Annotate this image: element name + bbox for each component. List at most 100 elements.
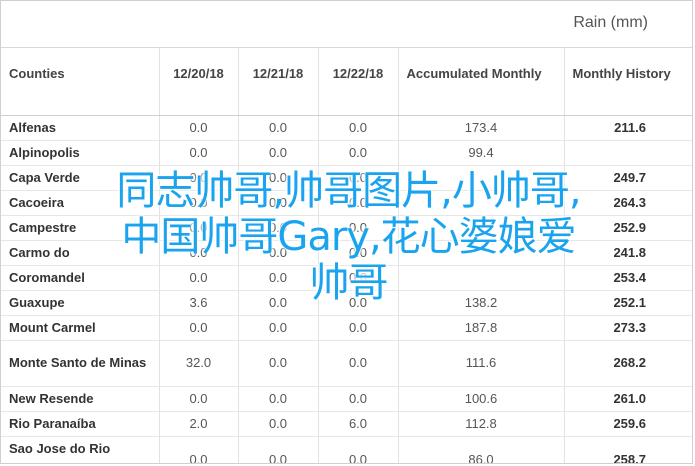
accumulated-monthly — [398, 165, 565, 191]
rain-day-1: 0.0 — [159, 215, 239, 241]
monthly-history: 252.1 — [564, 290, 692, 316]
table-row: Campestre 0.0 0.0 0.0 252.9 — [1, 215, 692, 241]
table-row: New Resende 0.0 0.0 0.0 100.6 261.0 — [1, 386, 692, 412]
table-row: Capa Verde 0.0 0.0 0.0 249.7 — [1, 165, 692, 191]
rain-day-1: 0.0 — [159, 386, 239, 412]
rain-day-3: 0.0 — [318, 315, 399, 341]
county-name: Capa Verde — [1, 165, 160, 191]
monthly-history: 253.4 — [564, 265, 692, 291]
rain-day-2: 0.0 — [238, 315, 319, 341]
county-name: Alpinopolis — [1, 140, 160, 166]
county-name: Monte Santo de Minas — [1, 340, 160, 387]
accumulated-monthly — [398, 190, 565, 216]
rain-table: Counties 12/20/18 12/21/18 12/22/18 Accu… — [1, 48, 692, 463]
rain-day-1: 0.0 — [159, 190, 239, 216]
rain-title: Rain (mm) — [573, 14, 648, 31]
column-header-accumulated[interactable]: Accumulated Monthly — [398, 48, 565, 116]
county-name: New Resende — [1, 386, 160, 412]
table-row: Carmo do 0.0 0.0 0.0 241.8 — [1, 240, 692, 266]
rain-day-1: 2.0 — [159, 411, 239, 437]
rain-day-3: 0.0 — [318, 386, 399, 412]
table-row: Rio Paranaíba 2.0 0.0 6.0 112.8 259.6 — [1, 411, 692, 437]
table-row: Coromandel 0.0 0.0 0.0 253.4 — [1, 265, 692, 291]
rain-day-2: 0.0 — [238, 340, 319, 387]
accumulated-monthly: 99.4 — [398, 140, 565, 166]
accumulated-monthly: 86.0 — [398, 436, 565, 463]
accumulated-monthly: 112.8 — [398, 411, 565, 437]
monthly-history: 249.7 — [564, 165, 692, 191]
monthly-history: 259.6 — [564, 411, 692, 437]
table-row: Alpinopolis 0.0 0.0 0.0 99.4 — [1, 140, 692, 166]
monthly-history: 211.6 — [564, 115, 692, 141]
rain-day-3: 6.0 — [318, 411, 399, 437]
header-row: Counties 12/20/18 12/21/18 12/22/18 Accu… — [1, 48, 692, 116]
table-row: Alfenas 0.0 0.0 0.0 173.4 211.6 — [1, 115, 692, 141]
rain-table-widget: Rain (mm) Counties 12/20/18 12/21/18 12/… — [0, 0, 693, 464]
county-name: Cacoeira — [1, 190, 160, 216]
monthly-history: 268.2 — [564, 340, 692, 387]
monthly-history: 241.8 — [564, 240, 692, 266]
rain-day-1: 0.0 — [159, 436, 239, 463]
rain-day-3: 0.0 — [318, 165, 399, 191]
rain-day-3: 0.0 — [318, 436, 399, 463]
accumulated-monthly — [398, 215, 565, 241]
monthly-history: 258.7 — [564, 436, 692, 463]
column-header-counties[interactable]: Counties — [1, 48, 160, 116]
column-header-history[interactable]: Monthly History — [564, 48, 692, 116]
accumulated-monthly — [398, 240, 565, 266]
rain-day-1: 0.0 — [159, 165, 239, 191]
rain-day-2: 0.0 — [238, 265, 319, 291]
rain-day-3: 0.0 — [318, 340, 399, 387]
rain-day-3: 0.0 — [318, 140, 399, 166]
header-bar: Rain (mm) — [1, 1, 692, 48]
rain-day-1: 0.0 — [159, 115, 239, 141]
monthly-history — [564, 140, 692, 166]
table-row: Mount Carmel 0.0 0.0 0.0 187.8 273.3 — [1, 315, 692, 341]
rain-day-3: 0.0 — [318, 290, 399, 316]
rain-day-1: 3.6 — [159, 290, 239, 316]
rain-day-2: 0.0 — [238, 115, 319, 141]
column-header-date-1[interactable]: 12/20/18 — [159, 48, 239, 116]
accumulated-monthly: 111.6 — [398, 340, 565, 387]
rain-day-1: 0.0 — [159, 315, 239, 341]
rain-day-3: 0.0 — [318, 215, 399, 241]
county-name: Alfenas — [1, 115, 160, 141]
monthly-history: 252.9 — [564, 215, 692, 241]
rain-day-3: 0.0 — [318, 190, 399, 216]
table-row: Sao Jose do Rio Pardo0.00.00.086.0258.7 — [1, 436, 692, 463]
county-name: Guaxupe — [1, 290, 160, 316]
rain-day-2: 0.0 — [238, 190, 319, 216]
table-row: Guaxupe 3.6 0.0 0.0 138.2 252.1 — [1, 290, 692, 316]
county-name: Carmo do — [1, 240, 160, 266]
rain-day-1: 0.0 — [159, 140, 239, 166]
county-name: Rio Paranaíba — [1, 411, 160, 437]
rain-day-3: 0.0 — [318, 240, 399, 266]
monthly-history: 273.3 — [564, 315, 692, 341]
rain-day-1: 0.0 — [159, 240, 239, 266]
rain-day-3: 0.0 — [318, 265, 399, 291]
table-row: Cacoeira 0.0 0.0 0.0 264.3 — [1, 190, 692, 216]
accumulated-monthly: 187.8 — [398, 315, 565, 341]
rain-day-3: 0.0 — [318, 115, 399, 141]
table-row: Monte Santo de Minas 32.0 0.0 0.0 111.6 268.2 — [1, 340, 692, 387]
county-name: Mount Carmel — [1, 315, 160, 341]
accumulated-monthly: 173.4 — [398, 115, 565, 141]
accumulated-monthly: 138.2 — [398, 290, 565, 316]
rain-day-2: 0.0 — [238, 386, 319, 412]
rain-day-2: 0.0 — [238, 240, 319, 266]
monthly-history: 261.0 — [564, 386, 692, 412]
column-header-date-3[interactable]: 12/22/18 — [318, 48, 399, 116]
accumulated-monthly — [398, 265, 565, 291]
rain-day-1: 0.0 — [159, 265, 239, 291]
rain-day-2: 0.0 — [238, 411, 319, 437]
accumulated-monthly: 100.6 — [398, 386, 565, 412]
monthly-history: 264.3 — [564, 190, 692, 216]
rain-day-2: 0.0 — [238, 215, 319, 241]
county-name: Coromandel — [1, 265, 160, 291]
rain-day-1: 32.0 — [159, 340, 239, 387]
rain-day-2: 0.0 — [238, 436, 319, 463]
rain-day-2: 0.0 — [238, 290, 319, 316]
rain-day-2: 0.0 — [238, 140, 319, 166]
column-header-date-2[interactable]: 12/21/18 — [238, 48, 319, 116]
county-name: Sao Jose do Rio Pardo — [1, 436, 160, 463]
